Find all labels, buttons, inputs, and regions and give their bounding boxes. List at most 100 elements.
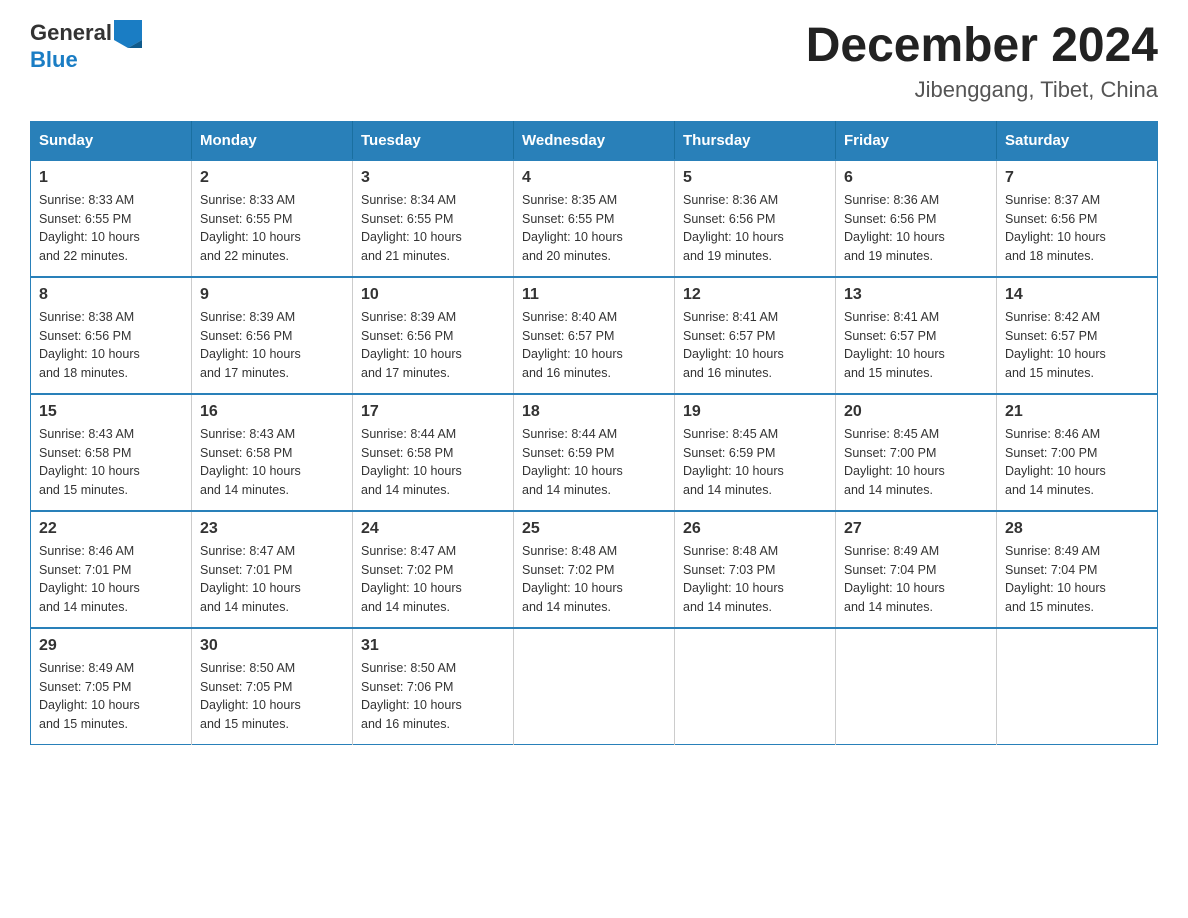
- weekday-header-wednesday: Wednesday: [514, 121, 675, 160]
- weekday-header-row: SundayMondayTuesdayWednesdayThursdayFrid…: [31, 121, 1158, 160]
- day-info: Sunrise: 8:49 AM Sunset: 7:04 PM Dayligh…: [1005, 542, 1149, 617]
- calendar-day-cell: 30 Sunrise: 8:50 AM Sunset: 7:05 PM Dayl…: [192, 628, 353, 745]
- day-number: 19: [683, 403, 827, 421]
- calendar-day-cell: 6 Sunrise: 8:36 AM Sunset: 6:56 PM Dayli…: [836, 160, 997, 277]
- calendar-day-cell: 16 Sunrise: 8:43 AM Sunset: 6:58 PM Dayl…: [192, 394, 353, 511]
- calendar-day-cell: 3 Sunrise: 8:34 AM Sunset: 6:55 PM Dayli…: [353, 160, 514, 277]
- day-number: 3: [361, 169, 505, 187]
- day-info: Sunrise: 8:45 AM Sunset: 6:59 PM Dayligh…: [683, 425, 827, 500]
- day-number: 22: [39, 520, 183, 538]
- day-number: 1: [39, 169, 183, 187]
- day-info: Sunrise: 8:33 AM Sunset: 6:55 PM Dayligh…: [39, 191, 183, 266]
- day-info: Sunrise: 8:49 AM Sunset: 7:05 PM Dayligh…: [39, 659, 183, 734]
- calendar-week-row: 8 Sunrise: 8:38 AM Sunset: 6:56 PM Dayli…: [31, 277, 1158, 394]
- day-number: 16: [200, 403, 344, 421]
- day-info: Sunrise: 8:41 AM Sunset: 6:57 PM Dayligh…: [683, 308, 827, 383]
- day-info: Sunrise: 8:48 AM Sunset: 7:02 PM Dayligh…: [522, 542, 666, 617]
- calendar-day-cell: 18 Sunrise: 8:44 AM Sunset: 6:59 PM Dayl…: [514, 394, 675, 511]
- calendar-day-cell: 5 Sunrise: 8:36 AM Sunset: 6:56 PM Dayli…: [675, 160, 836, 277]
- page-header: General Blue December 2024 Jibenggang, T…: [30, 20, 1158, 103]
- day-info: Sunrise: 8:36 AM Sunset: 6:56 PM Dayligh…: [844, 191, 988, 266]
- weekday-header-tuesday: Tuesday: [353, 121, 514, 160]
- day-number: 26: [683, 520, 827, 538]
- day-info: Sunrise: 8:43 AM Sunset: 6:58 PM Dayligh…: [39, 425, 183, 500]
- calendar-day-cell: 29 Sunrise: 8:49 AM Sunset: 7:05 PM Dayl…: [31, 628, 192, 745]
- day-number: 2: [200, 169, 344, 187]
- calendar-day-cell: 13 Sunrise: 8:41 AM Sunset: 6:57 PM Dayl…: [836, 277, 997, 394]
- day-number: 4: [522, 169, 666, 187]
- logo-text: General Blue: [30, 20, 142, 72]
- calendar-day-cell: 22 Sunrise: 8:46 AM Sunset: 7:01 PM Dayl…: [31, 511, 192, 628]
- logo-icon: [114, 20, 142, 48]
- day-info: Sunrise: 8:37 AM Sunset: 6:56 PM Dayligh…: [1005, 191, 1149, 266]
- day-info: Sunrise: 8:40 AM Sunset: 6:57 PM Dayligh…: [522, 308, 666, 383]
- month-year-title: December 2024: [806, 20, 1158, 73]
- calendar-day-cell: 17 Sunrise: 8:44 AM Sunset: 6:58 PM Dayl…: [353, 394, 514, 511]
- day-number: 6: [844, 169, 988, 187]
- calendar-week-row: 29 Sunrise: 8:49 AM Sunset: 7:05 PM Dayl…: [31, 628, 1158, 745]
- day-info: Sunrise: 8:50 AM Sunset: 7:06 PM Dayligh…: [361, 659, 505, 734]
- day-info: Sunrise: 8:46 AM Sunset: 7:01 PM Dayligh…: [39, 542, 183, 617]
- day-info: Sunrise: 8:44 AM Sunset: 6:59 PM Dayligh…: [522, 425, 666, 500]
- day-number: 25: [522, 520, 666, 538]
- day-number: 27: [844, 520, 988, 538]
- calendar-day-cell: 10 Sunrise: 8:39 AM Sunset: 6:56 PM Dayl…: [353, 277, 514, 394]
- day-info: Sunrise: 8:39 AM Sunset: 6:56 PM Dayligh…: [200, 308, 344, 383]
- day-number: 9: [200, 286, 344, 304]
- day-number: 31: [361, 637, 505, 655]
- weekday-header-saturday: Saturday: [997, 121, 1158, 160]
- calendar-day-cell: 9 Sunrise: 8:39 AM Sunset: 6:56 PM Dayli…: [192, 277, 353, 394]
- calendar-week-row: 22 Sunrise: 8:46 AM Sunset: 7:01 PM Dayl…: [31, 511, 1158, 628]
- day-number: 18: [522, 403, 666, 421]
- day-number: 7: [1005, 169, 1149, 187]
- calendar-day-cell: 24 Sunrise: 8:47 AM Sunset: 7:02 PM Dayl…: [353, 511, 514, 628]
- weekday-header-thursday: Thursday: [675, 121, 836, 160]
- day-number: 24: [361, 520, 505, 538]
- calendar-day-cell: 15 Sunrise: 8:43 AM Sunset: 6:58 PM Dayl…: [31, 394, 192, 511]
- day-info: Sunrise: 8:39 AM Sunset: 6:56 PM Dayligh…: [361, 308, 505, 383]
- day-number: 10: [361, 286, 505, 304]
- day-number: 20: [844, 403, 988, 421]
- day-info: Sunrise: 8:50 AM Sunset: 7:05 PM Dayligh…: [200, 659, 344, 734]
- day-number: 30: [200, 637, 344, 655]
- calendar-day-cell: 23 Sunrise: 8:47 AM Sunset: 7:01 PM Dayl…: [192, 511, 353, 628]
- weekday-header-sunday: Sunday: [31, 121, 192, 160]
- day-number: 8: [39, 286, 183, 304]
- calendar-day-cell: 1 Sunrise: 8:33 AM Sunset: 6:55 PM Dayli…: [31, 160, 192, 277]
- calendar-week-row: 15 Sunrise: 8:43 AM Sunset: 6:58 PM Dayl…: [31, 394, 1158, 511]
- calendar-day-cell: [997, 628, 1158, 745]
- day-info: Sunrise: 8:38 AM Sunset: 6:56 PM Dayligh…: [39, 308, 183, 383]
- day-number: 11: [522, 286, 666, 304]
- day-info: Sunrise: 8:42 AM Sunset: 6:57 PM Dayligh…: [1005, 308, 1149, 383]
- day-number: 29: [39, 637, 183, 655]
- calendar-day-cell: 19 Sunrise: 8:45 AM Sunset: 6:59 PM Dayl…: [675, 394, 836, 511]
- calendar-day-cell: [675, 628, 836, 745]
- day-number: 12: [683, 286, 827, 304]
- day-info: Sunrise: 8:47 AM Sunset: 7:02 PM Dayligh…: [361, 542, 505, 617]
- day-info: Sunrise: 8:43 AM Sunset: 6:58 PM Dayligh…: [200, 425, 344, 500]
- calendar-day-cell: 4 Sunrise: 8:35 AM Sunset: 6:55 PM Dayli…: [514, 160, 675, 277]
- day-info: Sunrise: 8:41 AM Sunset: 6:57 PM Dayligh…: [844, 308, 988, 383]
- day-info: Sunrise: 8:36 AM Sunset: 6:56 PM Dayligh…: [683, 191, 827, 266]
- calendar-day-cell: 2 Sunrise: 8:33 AM Sunset: 6:55 PM Dayli…: [192, 160, 353, 277]
- calendar-day-cell: 21 Sunrise: 8:46 AM Sunset: 7:00 PM Dayl…: [997, 394, 1158, 511]
- location-subtitle: Jibenggang, Tibet, China: [806, 77, 1158, 103]
- day-info: Sunrise: 8:35 AM Sunset: 6:55 PM Dayligh…: [522, 191, 666, 266]
- calendar-day-cell: [514, 628, 675, 745]
- day-number: 13: [844, 286, 988, 304]
- day-info: Sunrise: 8:45 AM Sunset: 7:00 PM Dayligh…: [844, 425, 988, 500]
- calendar-day-cell: 26 Sunrise: 8:48 AM Sunset: 7:03 PM Dayl…: [675, 511, 836, 628]
- day-info: Sunrise: 8:48 AM Sunset: 7:03 PM Dayligh…: [683, 542, 827, 617]
- weekday-header-friday: Friday: [836, 121, 997, 160]
- day-number: 23: [200, 520, 344, 538]
- calendar-day-cell: 11 Sunrise: 8:40 AM Sunset: 6:57 PM Dayl…: [514, 277, 675, 394]
- day-number: 21: [1005, 403, 1149, 421]
- day-info: Sunrise: 8:49 AM Sunset: 7:04 PM Dayligh…: [844, 542, 988, 617]
- day-number: 14: [1005, 286, 1149, 304]
- day-info: Sunrise: 8:33 AM Sunset: 6:55 PM Dayligh…: [200, 191, 344, 266]
- calendar-day-cell: 20 Sunrise: 8:45 AM Sunset: 7:00 PM Dayl…: [836, 394, 997, 511]
- calendar-day-cell: 31 Sunrise: 8:50 AM Sunset: 7:06 PM Dayl…: [353, 628, 514, 745]
- weekday-header-monday: Monday: [192, 121, 353, 160]
- logo: General Blue: [30, 20, 142, 72]
- day-number: 28: [1005, 520, 1149, 538]
